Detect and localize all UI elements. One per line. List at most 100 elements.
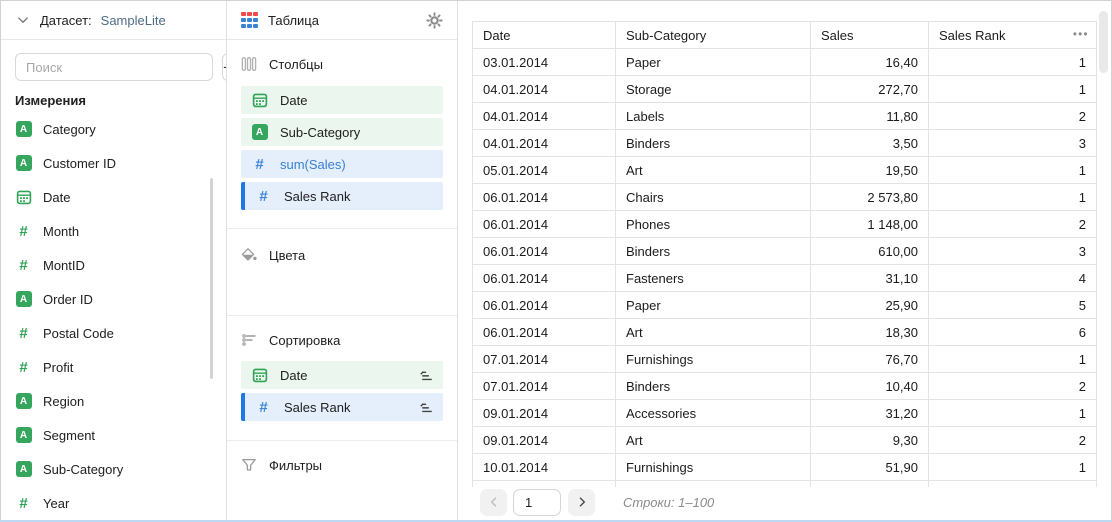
cell-sales-rank: 4 bbox=[929, 265, 1097, 292]
field-chip[interactable]: Date bbox=[241, 86, 443, 114]
dataset-field-item[interactable]: Date bbox=[15, 180, 212, 214]
number-field-icon: # bbox=[259, 189, 267, 204]
sort-drop-zone[interactable]: Date # Sales Rank bbox=[241, 361, 443, 421]
field-label: Region bbox=[43, 394, 84, 409]
dataset-field-item[interactable]: A Order ID bbox=[15, 282, 212, 316]
cell-date: 07.01.2014 bbox=[473, 346, 616, 373]
field-chip[interactable]: Date bbox=[241, 361, 443, 389]
cell-date: 04.01.2014 bbox=[473, 130, 616, 157]
calendar-icon bbox=[252, 367, 268, 383]
dataset-field-item[interactable]: A Sub-Category bbox=[15, 452, 212, 486]
dataset-sidebar: Датасет: SampleLite + Измерения A Catego… bbox=[1, 1, 227, 520]
dimensions-list: A Category A Customer ID Date # Month # … bbox=[15, 112, 212, 520]
number-field-icon: # bbox=[19, 496, 27, 511]
next-page-button[interactable] bbox=[568, 489, 595, 516]
dataset-field-item[interactable]: # MontID bbox=[15, 248, 212, 282]
table-row: 09.01.2014 Art 9,30 2 bbox=[473, 427, 1097, 454]
table-menu-icon[interactable]: ••• bbox=[1073, 30, 1089, 41]
cell-date: 06.01.2014 bbox=[473, 292, 616, 319]
dataset-field-item[interactable]: A Category bbox=[15, 112, 212, 146]
cell-sales: 610,00 bbox=[811, 238, 929, 265]
dataset-field-item[interactable]: # Year bbox=[15, 486, 212, 520]
field-chip[interactable]: A Sub-Category bbox=[241, 118, 443, 146]
dataset-field-item[interactable]: A Region bbox=[15, 384, 212, 418]
flat-table-visualization-icon[interactable] bbox=[241, 12, 258, 29]
field-label: Postal Code bbox=[43, 326, 114, 341]
dimensions-section-title: Измерения bbox=[15, 94, 212, 108]
column-header-sub-category[interactable]: Sub-Category bbox=[616, 22, 811, 49]
cell-sub-category: Furnishings bbox=[616, 346, 811, 373]
dataset-header: Датасет: SampleLite bbox=[1, 1, 226, 40]
rows-count-label: Строки: 1–100 bbox=[623, 495, 714, 510]
string-field-icon: A bbox=[16, 291, 32, 307]
sidebar-scrollbar-thumb[interactable] bbox=[210, 178, 213, 379]
cell-sub-category: Chairs bbox=[616, 184, 811, 211]
cell-sales: 51,90 bbox=[811, 454, 929, 481]
sort-direction-icon[interactable] bbox=[417, 366, 435, 384]
table-scrollbar-thumb[interactable] bbox=[1099, 11, 1108, 73]
cell-sub-category: Accessories bbox=[616, 400, 811, 427]
cell-date: 06.01.2014 bbox=[473, 319, 616, 346]
cell-sales: 18,30 bbox=[811, 319, 929, 346]
cell-sales-rank: 1 bbox=[929, 184, 1097, 211]
dataset-field-item[interactable]: A Customer ID bbox=[15, 146, 212, 180]
table-row: 07.01.2014 Binders 10,40 2 bbox=[473, 373, 1097, 400]
number-field-icon: # bbox=[19, 326, 27, 341]
cell-sub-category: Paper bbox=[616, 292, 811, 319]
columns-drop-zone[interactable]: Date A Sub-Category # sum(Sa bbox=[241, 86, 443, 210]
cell-date: 09.01.2014 bbox=[473, 427, 616, 454]
number-field-icon: # bbox=[19, 360, 27, 375]
cell-sub-category: Storage bbox=[616, 76, 811, 103]
filters-section-label: Фильтры bbox=[269, 458, 322, 473]
column-header-date[interactable]: Date bbox=[473, 22, 616, 49]
dataset-name-link[interactable]: SampleLite bbox=[101, 13, 166, 28]
cell-sales-rank: 2 bbox=[929, 427, 1097, 454]
cell-sub-category: Phones bbox=[616, 211, 811, 238]
colors-section[interactable]: Цвета bbox=[227, 229, 457, 315]
filter-funnel-icon bbox=[241, 457, 257, 473]
field-label: Customer ID bbox=[43, 156, 116, 171]
dataset-field-item[interactable]: # Postal Code bbox=[15, 316, 212, 350]
filters-section[interactable]: Фильтры bbox=[227, 441, 457, 520]
cell-sales: 10,40 bbox=[811, 373, 929, 400]
table-row: 06.01.2014 Paper 25,90 5 bbox=[473, 292, 1097, 319]
dataset-body: + Измерения A Category A Customer ID Dat… bbox=[1, 40, 226, 520]
table-row: 04.01.2014 Binders 3,50 3 bbox=[473, 130, 1097, 157]
table-row: 09.01.2014 Accessories 31,20 1 bbox=[473, 400, 1097, 427]
cell-sales: 272,70 bbox=[811, 76, 929, 103]
cell-sub-category: Labels bbox=[616, 103, 811, 130]
cell-sales: 3,50 bbox=[811, 130, 929, 157]
prev-page-button[interactable] bbox=[480, 489, 507, 516]
field-chip[interactable]: # sum(Sales) bbox=[241, 150, 443, 178]
cell-sales-rank: 1 bbox=[929, 346, 1097, 373]
search-input[interactable] bbox=[15, 53, 213, 81]
field-label: Category bbox=[43, 122, 96, 137]
number-field-icon: # bbox=[19, 224, 27, 239]
cell-sub-category: Paper bbox=[616, 49, 811, 76]
column-header-sales[interactable]: Sales bbox=[811, 22, 929, 49]
dataset-field-item[interactable]: # Profit bbox=[15, 350, 212, 384]
gear-icon[interactable] bbox=[425, 11, 443, 29]
cell-sales-rank: 1 bbox=[929, 157, 1097, 184]
table-row: 06.01.2014 Chairs 2 573,80 1 bbox=[473, 184, 1097, 211]
column-header-sales-rank[interactable]: Sales Rank ••• bbox=[929, 22, 1097, 49]
string-field-icon: A bbox=[252, 124, 268, 140]
chip-label: Sales Rank bbox=[284, 400, 405, 415]
sort-direction-icon[interactable] bbox=[417, 398, 435, 416]
cell-date: 06.01.2014 bbox=[473, 211, 616, 238]
add-field-button[interactable]: + bbox=[222, 53, 226, 81]
page-number-input[interactable] bbox=[513, 489, 561, 516]
dataset-field-item[interactable]: # Month bbox=[15, 214, 212, 248]
dataset-field-item[interactable]: A Segment bbox=[15, 418, 212, 452]
number-field-icon: # bbox=[19, 258, 27, 273]
datalens-chart-editor-window: Датасет: SampleLite + Измерения A Catego… bbox=[0, 0, 1112, 522]
table-row: 03.01.2014 Paper 16,40 1 bbox=[473, 49, 1097, 76]
string-field-icon: A bbox=[16, 393, 32, 409]
field-label: Order ID bbox=[43, 292, 93, 307]
table-row: 06.01.2014 Fasteners 31,10 4 bbox=[473, 265, 1097, 292]
chevron-down-icon[interactable] bbox=[15, 12, 31, 28]
field-label: Month bbox=[43, 224, 79, 239]
field-chip[interactable]: # Sales Rank bbox=[241, 182, 443, 210]
string-field-icon: A bbox=[16, 461, 32, 477]
field-chip[interactable]: # Sales Rank bbox=[241, 393, 443, 421]
